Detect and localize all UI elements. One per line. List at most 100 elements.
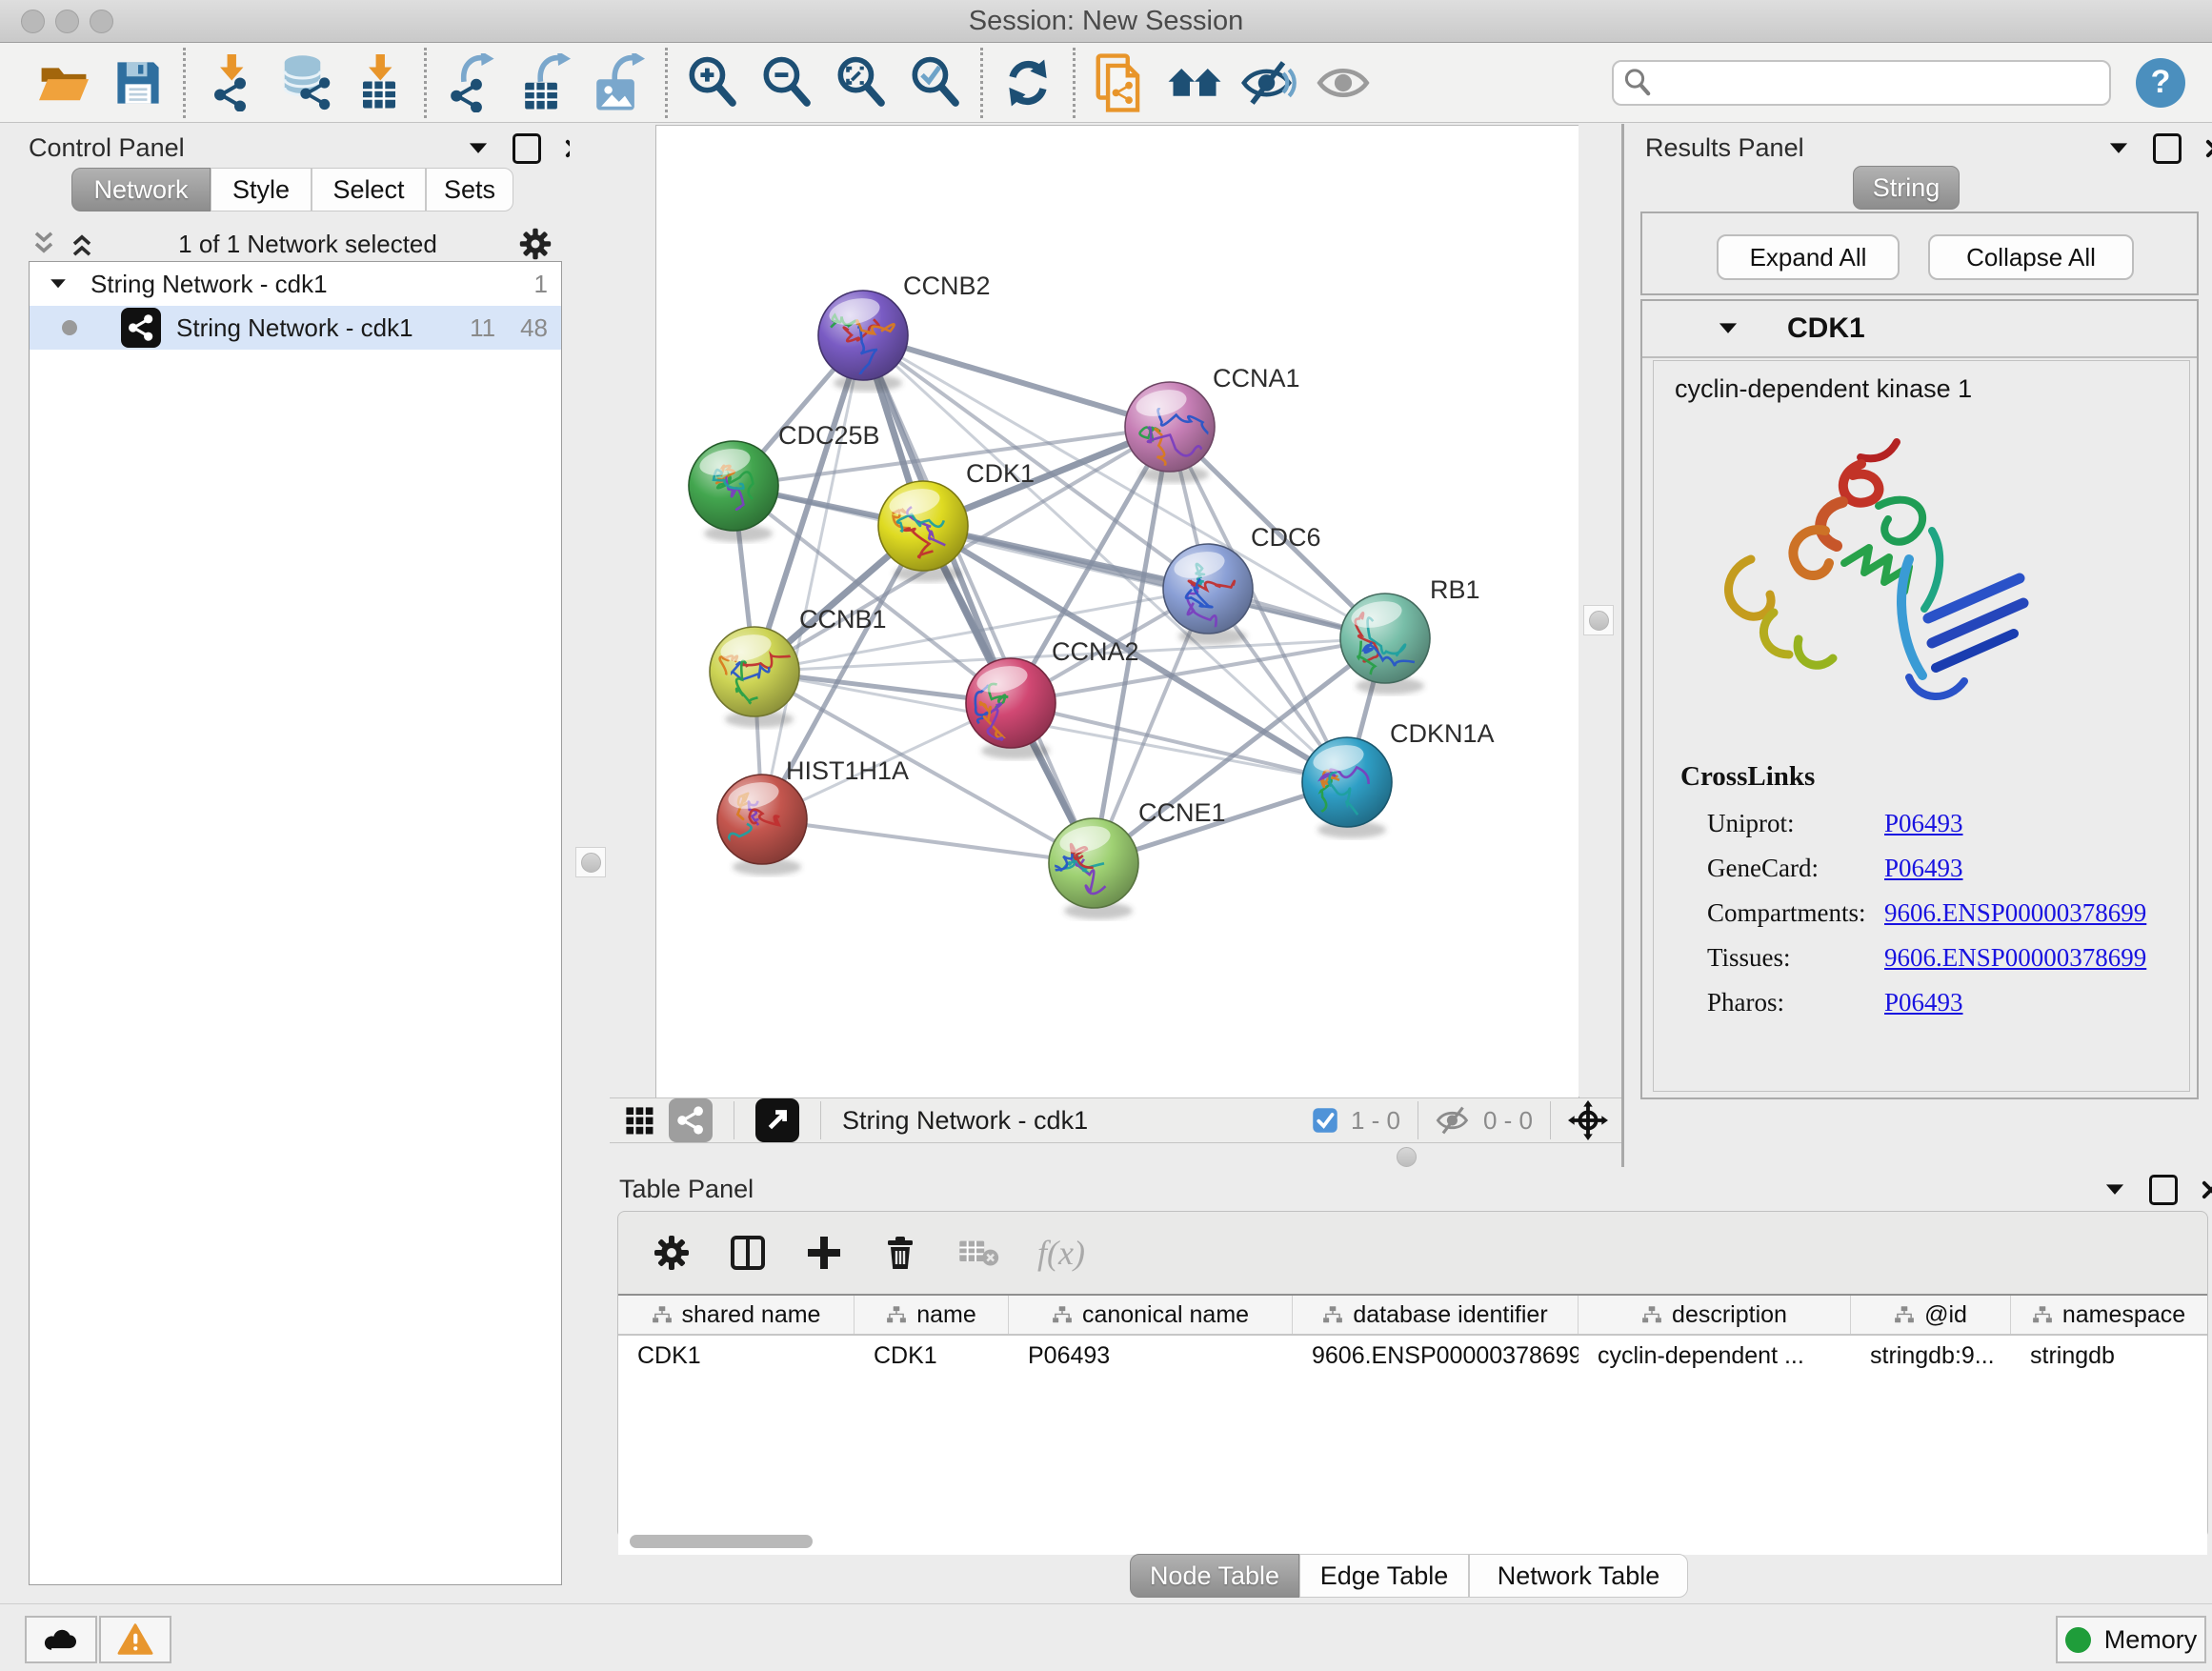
table-hscroll-thumb[interactable] xyxy=(630,1535,813,1548)
hidden-counts: 0 - 0 xyxy=(1483,1106,1533,1136)
column-header[interactable]: namespace xyxy=(2011,1296,2206,1334)
add-column-icon[interactable] xyxy=(805,1234,843,1272)
node-label: CCNA2 xyxy=(1052,637,1139,666)
float-panel-icon[interactable] xyxy=(2153,133,2182,164)
column-header[interactable]: @id xyxy=(1851,1296,2011,1334)
selected-counts: 1 - 0 xyxy=(1351,1106,1400,1136)
network-node[interactable]: CDKN1A xyxy=(1301,719,1495,830)
crosslink-compartments[interactable]: 9606.ENSP00000378699 xyxy=(1884,898,2146,927)
collapse-all-button[interactable]: Collapse All xyxy=(1928,234,2134,280)
expand-all-button[interactable]: Expand All xyxy=(1717,234,1900,280)
center-view-crosshair-icon[interactable] xyxy=(1568,1100,1608,1140)
string-stringify-button[interactable] xyxy=(1157,49,1232,117)
export-table-button[interactable] xyxy=(509,49,583,117)
search-input[interactable] xyxy=(1652,67,2065,98)
tab-select[interactable]: Select xyxy=(312,168,426,211)
export-image-button[interactable] xyxy=(583,49,657,117)
toolbar-search[interactable] xyxy=(1612,60,2111,106)
crosslink-pharos[interactable]: P06493 xyxy=(1884,988,1963,1017)
network-node-count: 11 xyxy=(470,313,495,343)
tab-sets[interactable]: Sets xyxy=(426,168,513,211)
network-canvas[interactable]: CCNB2CCNA1CDC25BCDK1CDC6RB1CCNB1CCNA2CDK… xyxy=(656,126,1577,1096)
network-node[interactable]: CCNA1 xyxy=(1125,364,1300,473)
detach-view-icon[interactable] xyxy=(755,1098,799,1142)
zoom-out-button[interactable] xyxy=(750,49,824,117)
tab-network[interactable]: Network xyxy=(71,168,211,211)
collection-expander-icon[interactable] xyxy=(47,272,70,295)
close-panel-icon[interactable] xyxy=(2202,136,2212,161)
crosslink-tissues[interactable]: 9606.ENSP00000378699 xyxy=(1884,943,2146,972)
network-node[interactable]: HIST1H1A xyxy=(717,756,909,875)
thumbnail-grid-icon[interactable] xyxy=(623,1104,655,1137)
left-splitter[interactable] xyxy=(570,124,655,1164)
export-network-button[interactable] xyxy=(434,49,509,117)
tab-node-table[interactable]: Node Table xyxy=(1130,1554,1299,1598)
crosslink-row: Compartments:9606.ENSP00000378699 xyxy=(1707,891,2146,936)
column-header[interactable]: shared name xyxy=(618,1296,855,1334)
show-columns-icon[interactable] xyxy=(729,1234,767,1272)
network-view-title: String Network - cdk1 xyxy=(842,1106,1088,1136)
network-share-view-icon[interactable] xyxy=(669,1098,713,1142)
help-question-icon: ? xyxy=(2151,64,2171,101)
right-splitter-handle[interactable] xyxy=(1583,605,1614,635)
cloud-icon xyxy=(42,1622,80,1657)
hidden-eye-slash-icon[interactable] xyxy=(1436,1105,1472,1136)
memory-button[interactable]: Memory xyxy=(2056,1616,2206,1663)
toolbar-separator xyxy=(1073,48,1076,118)
column-header[interactable]: database identifier xyxy=(1293,1296,1579,1334)
tab-string[interactable]: String xyxy=(1853,166,1960,210)
eye-slash-icon xyxy=(1240,57,1297,109)
crosslink-uniprot[interactable]: P06493 xyxy=(1884,809,1963,837)
warning-triangle-icon xyxy=(116,1622,154,1657)
node-label: CCNA1 xyxy=(1213,364,1300,393)
column-header[interactable]: description xyxy=(1579,1296,1851,1334)
tab-style[interactable]: Style xyxy=(211,168,312,211)
import-network-file-button[interactable] xyxy=(193,49,268,117)
zoom-fit-button[interactable] xyxy=(824,49,898,117)
crosslink-row: Uniprot:P06493 xyxy=(1707,801,2146,846)
network-node[interactable]: RB1 xyxy=(1340,575,1480,693)
string-glass-ball-button[interactable] xyxy=(1306,49,1380,117)
network-collection-row[interactable]: String Network - cdk1 1 xyxy=(30,262,561,306)
table-settings-gear-icon[interactable] xyxy=(653,1234,691,1272)
delete-column-trash-icon[interactable] xyxy=(881,1234,919,1272)
import-table-button[interactable] xyxy=(342,49,416,117)
string-copy-network-button[interactable] xyxy=(1083,49,1157,117)
panel-menu-icon[interactable] xyxy=(2101,1177,2128,1203)
panel-menu-icon[interactable] xyxy=(465,135,492,162)
crosslink-genecard[interactable]: P06493 xyxy=(1884,854,1963,882)
collapse-all-networks-icon[interactable] xyxy=(67,229,97,259)
column-header[interactable]: canonical name xyxy=(1009,1296,1293,1334)
float-panel-icon[interactable] xyxy=(2149,1175,2178,1205)
column-header[interactable]: name xyxy=(855,1296,1009,1334)
refresh-layout-button[interactable] xyxy=(991,49,1065,117)
selected-checkbox-icon[interactable] xyxy=(1311,1106,1339,1135)
network-node[interactable]: CCNB1 xyxy=(710,605,887,716)
string-hide-images-button[interactable] xyxy=(1232,49,1306,117)
gene-expander-icon[interactable] xyxy=(1715,315,1741,342)
network-row-selected[interactable]: String Network - cdk1 11 48 xyxy=(30,306,561,350)
tab-edge-table[interactable]: Edge Table xyxy=(1299,1554,1469,1598)
float-panel-icon[interactable] xyxy=(513,133,541,164)
export-table-icon xyxy=(518,53,573,112)
import-network-database-button[interactable] xyxy=(268,49,342,117)
panel-menu-icon[interactable] xyxy=(2105,135,2132,162)
close-panel-icon[interactable] xyxy=(2199,1178,2212,1202)
warnings-button[interactable] xyxy=(99,1616,171,1663)
gene-header[interactable]: CDK1 xyxy=(1642,301,2197,358)
save-session-button[interactable] xyxy=(101,49,175,117)
help-button[interactable]: ? xyxy=(2136,58,2185,108)
delete-table-icon xyxy=(957,1237,999,1269)
tab-network-table[interactable]: Network Table xyxy=(1469,1554,1688,1598)
network-options-gear-icon[interactable] xyxy=(518,227,553,261)
cloud-status-button[interactable] xyxy=(25,1616,97,1663)
expand-all-networks-icon[interactable] xyxy=(29,229,59,259)
horizontal-splitter-handle[interactable] xyxy=(1397,1147,1417,1167)
zoom-in-button[interactable] xyxy=(675,49,750,117)
network-node[interactable]: CDK1 xyxy=(878,459,1035,571)
table-row[interactable]: CDK1 CDK1 P06493 9606.ENSP00000378699 cy… xyxy=(618,1336,2207,1376)
right-splitter[interactable] xyxy=(1579,125,1621,1097)
left-splitter-handle[interactable] xyxy=(575,847,606,877)
zoom-selected-button[interactable] xyxy=(898,49,973,117)
open-session-button[interactable] xyxy=(27,49,101,117)
